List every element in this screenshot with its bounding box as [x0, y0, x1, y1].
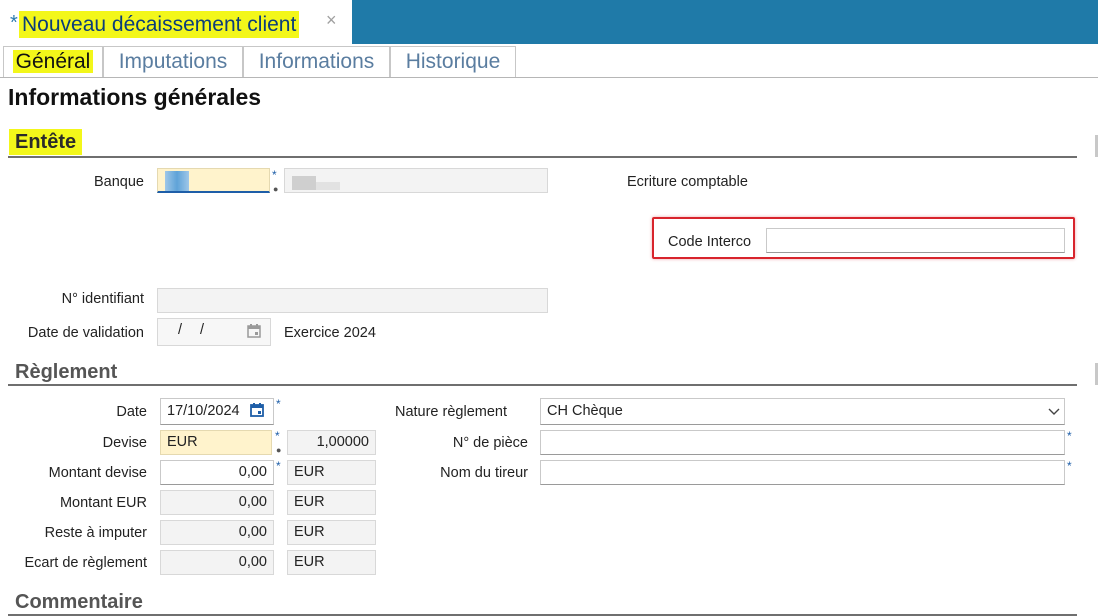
required-marker: * [276, 397, 281, 411]
document-title: Nouveau décaissement client [19, 11, 300, 38]
banque-code-value [165, 171, 189, 191]
ecriture-comptable-label: Ecriture comptable [627, 174, 748, 190]
chevron-down-icon[interactable] [1048, 406, 1060, 416]
banque-label: Banque [94, 174, 144, 190]
tireur-label: Nom du tireur [440, 465, 528, 481]
piece-label: N° de pièce [452, 435, 528, 451]
section-divider [8, 156, 1077, 158]
required-marker: * [272, 168, 277, 182]
nature-reglement-label: Nature règlement [394, 404, 507, 420]
reste-imputer-label: Reste à imputer [44, 525, 147, 541]
tab-imputations[interactable]: Imputations [103, 46, 243, 77]
exercice-text: Exercice 2024 [284, 325, 376, 341]
code-interco-input[interactable] [766, 228, 1065, 253]
identifiant-label: N° identifiant [61, 291, 144, 307]
reste-imputer-field: 0,00 [160, 520, 274, 545]
piece-input[interactable] [540, 430, 1065, 455]
tab-informations[interactable]: Informations [243, 46, 390, 77]
banque-name-value [292, 176, 316, 190]
lookup-pin-icon[interactable]: ● [276, 445, 281, 455]
required-marker: * [276, 459, 281, 473]
banque-name-value-tail [316, 182, 340, 190]
devise-label: Devise [102, 435, 147, 451]
section-heading-entete: Entête [9, 129, 83, 155]
calendar-icon[interactable] [249, 402, 265, 418]
tab-historique[interactable]: Historique [390, 46, 516, 77]
required-marker: * [1067, 429, 1072, 443]
close-icon[interactable]: × [326, 10, 337, 31]
modified-marker: * [10, 12, 18, 34]
lookup-pin-icon[interactable]: ● [273, 184, 278, 194]
section-divider [8, 384, 1077, 386]
date-label: Date [116, 404, 147, 420]
ecart-reglement-label: Ecart de règlement [24, 555, 147, 571]
required-marker: * [1067, 459, 1072, 473]
tab-general[interactable]: Général [3, 46, 103, 77]
required-marker: * [275, 429, 280, 443]
ecart-reglement-currency: EUR [287, 550, 376, 575]
calendar-icon[interactable] [246, 323, 262, 339]
section-heading-reglement: Règlement [15, 361, 118, 383]
date-validation-label: Date de validation [27, 325, 144, 341]
document-tab[interactable]: * Nouveau décaissement client × [0, 0, 352, 44]
devise-input[interactable]: EUR [160, 430, 272, 455]
identifiant-field [157, 288, 548, 313]
reste-imputer-currency: EUR [287, 520, 376, 545]
montant-eur-label: Montant EUR [59, 495, 147, 511]
ecart-reglement-field: 0,00 [160, 550, 274, 575]
nature-reglement-value: CH Chèque [547, 403, 623, 419]
tireur-input[interactable] [540, 460, 1065, 485]
code-interco-label: Code Interco [668, 234, 752, 250]
montant-devise-input[interactable]: 0,00 [160, 460, 274, 485]
montant-devise-label: Montant devise [48, 465, 147, 481]
montant-eur-field: 0,00 [160, 490, 274, 515]
nature-reglement-select[interactable]: CH Chèque [540, 398, 1065, 425]
section-heading-commentaire: Commentaire [15, 591, 143, 613]
page-title: Informations générales [8, 84, 262, 110]
montant-eur-currency: EUR [287, 490, 376, 515]
tab-bar: Général Imputations Informations Histori… [0, 44, 1098, 78]
